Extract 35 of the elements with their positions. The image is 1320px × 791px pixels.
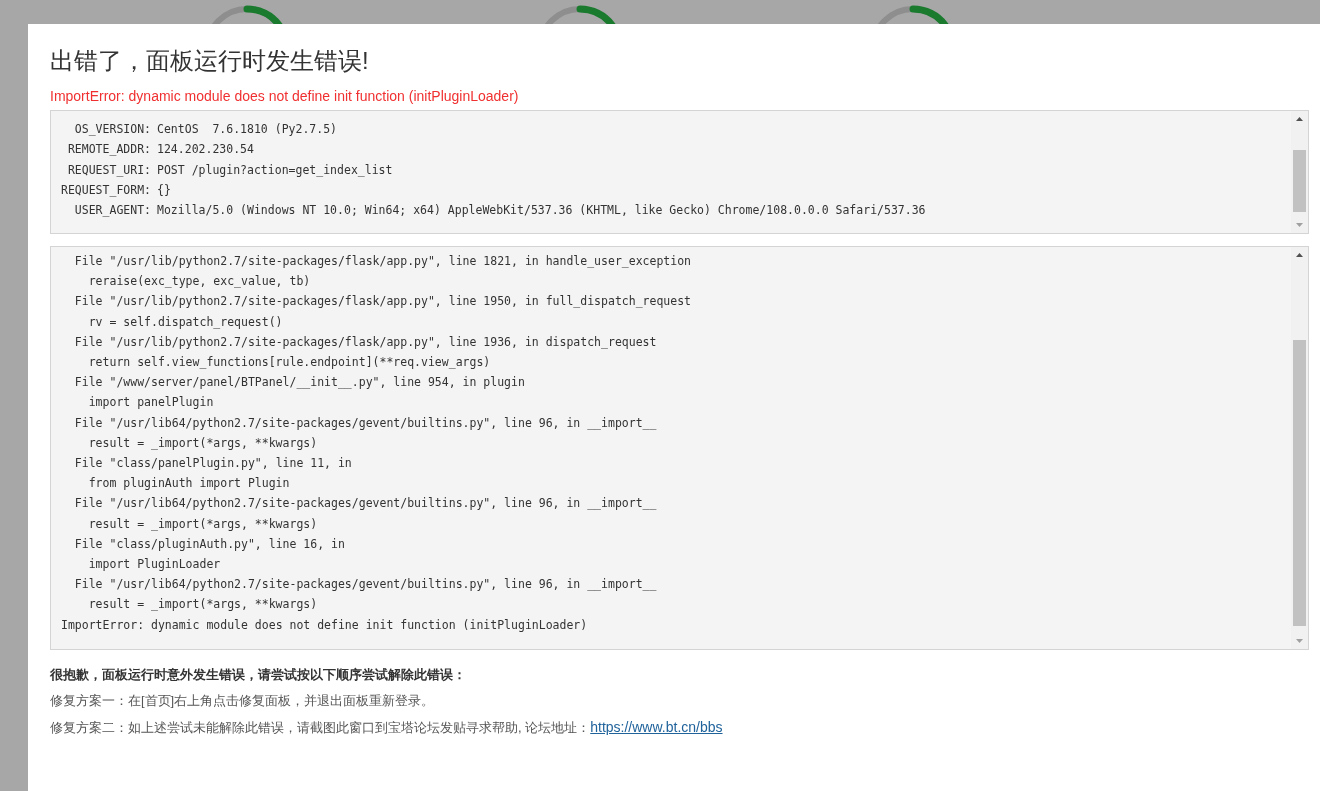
env-value: CentOS 7.6.1810 (Py2.7.5): [157, 121, 339, 138]
dialog-title: 出错了，面板运行时发生错误!: [50, 46, 370, 76]
traceback-line: from pluginAuth import Plugin: [87, 475, 291, 493]
forum-link[interactable]: https://www.bt.cn/bbs: [590, 719, 723, 735]
traceback-line: ImportError: dynamic module does not define init function (initPluginLoader): [61, 616, 589, 634]
traceback-line: import panelPlugin: [87, 394, 215, 412]
traceback-line: File "/usr/lib/python2.7/site-packages/flask/app.py", line 1821, in handle_user_exception: [73, 253, 693, 270]
env-value: {}: [157, 181, 172, 199]
traceback-line: result = _import(*args, **kwargs): [87, 434, 319, 452]
apology-text: 很抱歉，面板运行时意外发生错误，请尝试按以下顺序尝试解除此错误：: [50, 666, 467, 684]
env-key: OS_VERSION:: [61, 119, 151, 140]
traceback-line: result = _import(*args, **kwargs): [87, 596, 319, 614]
env-value: Mozilla/5.0 (Windows NT 10.0; Win64; x64) AppleWebKit/537.36 (KHTML, like Gecko) Chrome/108.0.0.0 Safari/537.36: [157, 202, 927, 220]
fix-suggestion: 修复方案一：在[首页]右上角点击修复面板，并退出面板重新登录。: [50, 692, 436, 710]
env-key: REQUEST_FORM:: [61, 179, 151, 201]
traceback-line: reraise(exc_type, exc_value, tb): [87, 273, 312, 291]
traceback-line: File "/usr/lib64/python2.7/site-packages/gevent/builtins.py", line 96, in __import__: [73, 576, 658, 594]
traceback-line: File "class/pluginAuth.py", line 16, in: [73, 535, 346, 553]
traceback-line: return self.view_functions[rule.endpoint](**req.view_args): [87, 354, 492, 371]
traceback-line: File "/usr/lib64/python2.7/site-packages/gevent/builtins.py", line 96, in __import__: [73, 495, 658, 513]
env-key: REQUEST_URI:: [61, 159, 151, 180]
traceback-line: File "class/panelPlugin.py", line 11, in: [73, 455, 353, 473]
error-message: ImportError: dynamic module does not define init function (initPluginLoader): [50, 87, 520, 106]
fix-suggestion: 修复方案二：如上述尝试未能解除此错误，请截图此窗口到宝塔论坛发贴寻求帮助, 论坛地址：https://www.bt.cn/bbs: [50, 718, 724, 737]
traceback-line: File "/usr/lib/python2.7/site-packages/flask/app.py", line 1936, in dispatch_request: [73, 333, 658, 351]
env-value: POST /plugin?action=get_index_list: [157, 161, 394, 179]
traceback-line: File "/www/server/panel/BTPanel/__init__.py", line 954, in plugin: [73, 374, 526, 392]
traceback-line: import PluginLoader: [87, 556, 222, 574]
traceback-line: rv = self.dispatch_request(): [87, 313, 284, 331]
traceback-line: result = _import(*args, **kwargs): [87, 515, 319, 533]
traceback-line: File "/usr/lib/python2.7/site-packages/flask/app.py", line 1950, in full_dispatch_request: [73, 293, 693, 311]
env-key: REMOTE_ADDR:: [61, 139, 151, 160]
env-value: 124.202.230.54: [157, 141, 255, 159]
traceback-line: File "/usr/lib64/python2.7/site-packages/gevent/builtins.py", line 96, in __import__: [73, 414, 658, 432]
env-key: USER_AGENT:: [61, 200, 151, 221]
